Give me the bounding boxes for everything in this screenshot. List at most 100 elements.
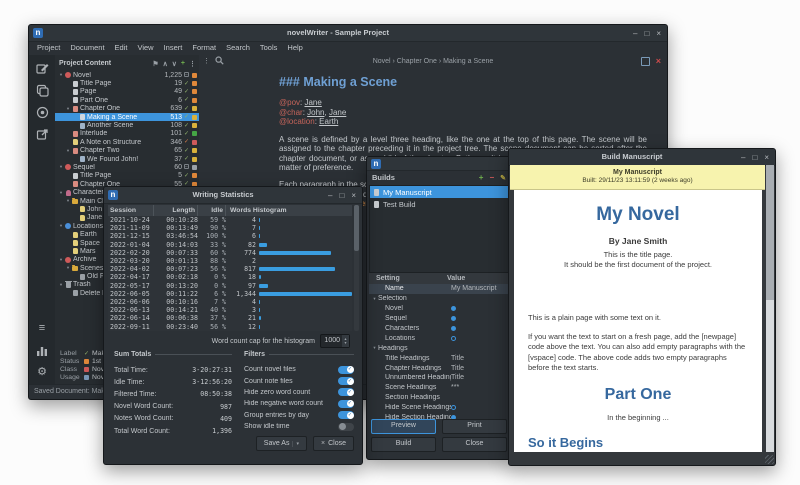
tree-item-chapter-two[interactable]: ▾Chapter Two65✓ [55,147,199,155]
minimize-icon[interactable]: – [741,153,745,162]
export-icon[interactable] [29,123,55,145]
remove-build-icon[interactable]: − [489,173,494,182]
active-checkbox[interactable]: ✓ [182,122,191,130]
build-button[interactable]: Build [371,437,436,452]
tree-item-we-found-john[interactable]: We Found John!37✓ [55,155,199,163]
active-checkbox[interactable]: ✓ [182,105,191,113]
active-checkbox[interactable]: ✓ [182,113,191,121]
preview-button[interactable]: Preview [371,419,436,434]
tag-link[interactable]: Jane [304,98,321,107]
menu-view[interactable]: View [132,41,158,55]
add-build-icon[interactable]: + [479,173,484,182]
session-row[interactable]: 2021-12-1503:46:54100 %6 [108,232,352,240]
toggle-switch[interactable]: ✓ [338,388,354,396]
add-item-icon[interactable]: + [181,60,185,67]
close-button[interactable]: Close [442,437,507,452]
maximize-icon[interactable]: □ [339,191,344,200]
session-row[interactable]: 2022-03-2000:01:1388 %2 [108,257,352,265]
toggle-switch[interactable]: ✓ [338,411,354,419]
tree-item-title-page[interactable]: Title Page19✓ [55,79,199,87]
minimize-icon[interactable]: – [328,191,332,200]
active-checkbox[interactable]: ✓ [182,96,191,104]
session-row[interactable]: 2022-09-1100:23:4056 %12 [108,322,352,330]
active-checkbox[interactable]: ✓ [182,147,191,155]
menu-insert[interactable]: Insert [159,41,188,55]
active-checkbox[interactable]: ✓ [182,130,191,138]
close-icon[interactable]: × [656,29,661,38]
column-length[interactable]: Length [154,205,198,216]
preview-scrollbar[interactable] [766,165,774,452]
maximize-icon[interactable]: □ [644,29,649,38]
tag-link[interactable]: John [307,108,324,117]
menu-edit[interactable]: Edit [110,41,133,55]
toggle-switch[interactable]: ✓ [338,366,354,374]
editor-close-icon[interactable]: × [656,57,661,66]
search-icon[interactable] [215,56,224,65]
tree-item-page[interactable]: Page49✓ [55,88,199,96]
active-checkbox[interactable]: ✓ [182,138,191,146]
toggle-switch[interactable] [338,423,354,431]
column-words-histogram[interactable]: Words Histogram [226,205,352,216]
active-checkbox[interactable]: ✓ [182,172,191,180]
setting-sequel[interactable]: Sequel [369,314,509,324]
tag-link[interactable]: Jane [329,108,346,117]
setting-hide-scene-headings[interactable]: Hide Scene Headings [369,403,509,413]
tag-link[interactable]: Earth [319,117,338,126]
setting-unnumbered-headings[interactable]: Unnumbered HeadingsTitle [369,373,509,383]
session-row[interactable]: 2022-06-1400:06:3837 %21 [108,314,352,322]
edit-document-icon[interactable] [29,57,55,79]
close-icon[interactable]: × [351,191,356,200]
tree-item-chapter-one[interactable]: ▾Chapter One639✓ [55,105,199,113]
editor-menu-icon[interactable]: ⋮ [203,57,210,65]
session-row[interactable]: 2022-05-1700:13:200 %97 [108,282,352,290]
setting-characters[interactable]: Characters [369,324,509,334]
resize-grip[interactable] [765,455,774,464]
setting-headings[interactable]: ▾Headings [369,343,509,353]
toggle-switch[interactable]: ✓ [338,377,354,385]
minimize-icon[interactable]: – [633,29,637,38]
active-checkbox[interactable]: ✓ [182,88,191,96]
active-checkbox[interactable]: ✓ [182,155,191,163]
novel-badge-icon[interactable] [29,101,55,123]
move-down-icon[interactable]: ∨ [172,60,177,68]
tree-item-novel[interactable]: ▾Novel1,225− [55,71,199,79]
expand-arrow-icon[interactable]: ▾ [371,345,378,351]
menu-format[interactable]: Format [187,41,221,55]
writing-stats-icon[interactable] [29,339,55,361]
column-idle[interactable]: Idle [198,205,226,216]
breadcrumb[interactable]: Novel › Chapter One › Making a Scene [259,55,607,68]
close-button[interactable]: × Close [313,436,354,451]
expand-arrow-icon[interactable]: ▾ [371,296,378,302]
session-row[interactable]: 2021-11-0900:13:4990 %7 [108,224,352,232]
active-checkbox[interactable]: ✓ [182,80,191,88]
session-row[interactable]: 2022-06-1300:14:2140 %3 [108,306,352,314]
project-tree-icon[interactable] [29,79,55,101]
toggle-switch[interactable]: ✓ [338,400,354,408]
tree-item-interlude[interactable]: Interlude101✓ [55,130,199,138]
histogram-cap-spinbox[interactable]: 1000 ▴▾ [320,334,350,348]
move-up-icon[interactable]: ∧ [163,60,168,68]
setting-title-headings[interactable]: Title HeadingsTitle [369,353,509,363]
setting-name[interactable]: NameMy Manuscript [369,284,509,294]
build-item-my-manuscript[interactable]: My Manuscript [370,186,508,198]
tree-item-part-one[interactable]: Part One6✓ [55,96,199,104]
preview-titlebar[interactable]: Build Manuscript – □ × [509,149,775,166]
details-list-icon[interactable]: ≡ [29,317,55,339]
maximize-icon[interactable]: □ [752,153,757,162]
print-button[interactable]: Print [442,419,507,434]
setting-selection[interactable]: ▾Selection [369,294,509,304]
active-checkbox[interactable]: − [182,71,191,79]
menu-tools[interactable]: Tools [255,41,283,55]
column-session-start[interactable]: Session Start▾ [108,205,154,216]
project-menu-icon[interactable]: ⋮ [189,60,196,68]
build-item-test-build[interactable]: Test Build [370,198,508,210]
settings-gear-icon[interactable]: ⚙ [29,361,55,383]
table-scrollbar[interactable] [354,205,359,331]
setting-locations[interactable]: Locations [369,333,509,343]
stats-titlebar[interactable]: n Writing Statistics – □ × [104,187,362,204]
session-row[interactable]: 2022-06-0600:10:167 %4 [108,298,352,306]
tree-item-sequel[interactable]: ▾Sequel60− [55,163,199,171]
active-checkbox[interactable]: − [182,163,191,171]
tree-item-a-note-on-structure[interactable]: A Note on Structure346✓ [55,138,199,146]
session-row[interactable]: 2022-02-2000:07:3360 %774 [108,249,352,257]
